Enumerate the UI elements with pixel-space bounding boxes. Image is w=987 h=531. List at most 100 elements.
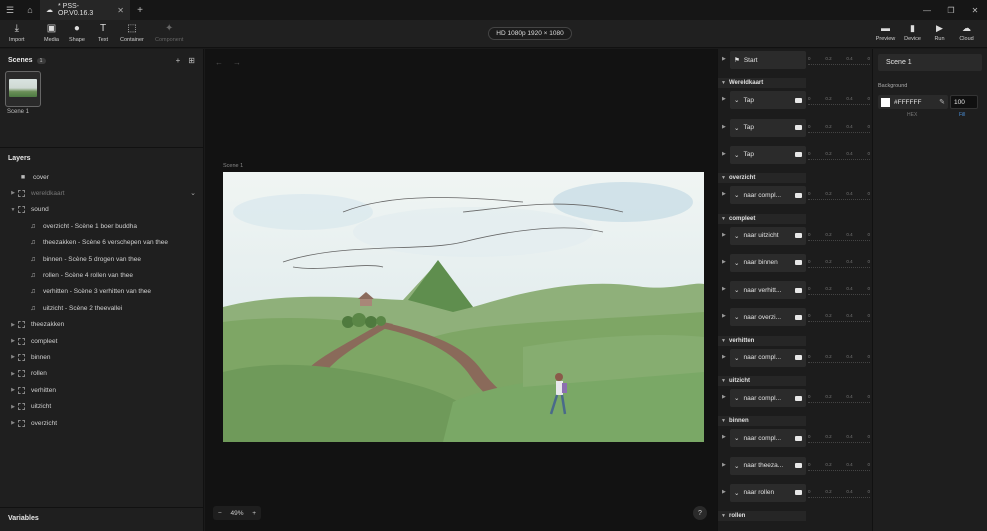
interaction-block[interactable]: ⌄ naar overzi... [730,308,806,327]
interaction-block[interactable]: ⌄ naar rollen [730,483,806,502]
timeline-group[interactable]: ▼ uitzicht [718,376,806,386]
timeline-row[interactable]: ▶ ⌄ naar overzi... 0 0.2 0.4 0 [718,308,872,327]
caret-right-icon[interactable]: ▶ [8,371,18,377]
caret-right-icon[interactable]: ▶ [722,286,726,292]
help-button[interactable]: ? [693,506,707,520]
layer-item[interactable]: ▼ sound [0,202,204,218]
timeline-row[interactable]: ▶ ⌄ naar binnen 0 0.2 0.4 0 [718,253,872,272]
caret-right-icon[interactable]: ▶ [722,394,726,400]
component-button[interactable]: ✦ Component [155,23,183,43]
interaction-block[interactable]: ⌄ naar compl... [730,348,806,367]
scene-name-field[interactable]: Scene 1 [878,54,982,71]
interaction-block[interactable]: ⌄ naar uitzicht [730,226,806,245]
caret-right-icon[interactable]: ▶ [8,404,18,410]
layer-item[interactable]: ▶ compleet [0,333,204,349]
interaction-block[interactable]: ⌄ naar compl... [730,389,806,407]
layer-item[interactable]: ▶ theezakken [0,317,204,333]
timeline-track[interactable] [808,199,870,201]
eyedropper-icon[interactable]: ✎ [939,98,945,106]
color-swatch[interactable] [881,97,890,107]
caret-right-icon[interactable]: ▶ [722,462,726,468]
timeline-row[interactable]: ▶ ⌄ naar theeza... 0 0.2 0.4 0 [718,456,872,475]
layer-item[interactable]: ▶ overzicht [0,415,204,431]
timeline-row[interactable]: ▶ ⚑ Start 0 0.2 0.4 0 [718,51,872,69]
caret-right-icon[interactable]: ▶ [722,96,726,102]
caret-right-icon[interactable]: ▶ [722,151,726,157]
caret-down-icon[interactable]: ▼ [8,207,18,213]
timeline-track[interactable] [808,104,870,106]
interaction-block[interactable]: ⌄ naar binnen [730,253,806,272]
layer-item-audio[interactable]: ♫ overzicht - Scène 1 boer buddha [0,218,204,234]
layer-item-audio[interactable]: ♫ rollen - Scène 4 rollen van thee [0,267,204,283]
caret-right-icon[interactable]: ▶ [8,190,18,196]
timeline-track[interactable] [808,402,870,403]
restore-icon[interactable]: ❐ [939,6,963,15]
timeline-track[interactable] [808,131,870,133]
timeline-row[interactable]: ▶ ⌄ naar rollen 0 0.2 0.4 0 [718,483,872,502]
caret-right-icon[interactable]: ▶ [722,259,726,265]
scene-thumbnail[interactable] [5,71,41,107]
timeline-row[interactable]: ▶ ⌄ naar uitzicht 0 0.2 0.4 0 [718,226,872,245]
run-button[interactable]: ▶ Run [926,23,953,42]
caret-right-icon[interactable]: ▶ [722,354,726,360]
artboard[interactable] [223,172,704,442]
timeline-track[interactable] [808,469,870,471]
timeline-group[interactable]: ▼ compleet [718,213,806,224]
layer-item-audio[interactable]: ♫ uitzicht - Scène 2 theevallei [0,300,204,316]
media-button[interactable]: ▣ Media [44,23,59,43]
caret-down-icon[interactable]: ▼ [718,338,729,344]
interaction-block[interactable]: ⌄ Tap [730,145,806,164]
opacity-field[interactable]: 100 [950,95,978,109]
canvas-area[interactable]: ← → Scene 1 − 49% + ? [205,49,717,531]
timeline-group[interactable]: ▼ rollen [718,511,806,522]
caret-down-icon[interactable]: ▼ [718,175,729,181]
scene-options-icon[interactable]: ⊞ [188,56,195,65]
import-button[interactable]: ⤓ Import [9,23,25,43]
timeline-group[interactable]: ▼ binnen [718,416,806,427]
timeline-track[interactable] [808,321,870,323]
resolution-selector[interactable]: HD 1080p 1920 × 1080 [488,27,572,40]
layer-item[interactable]: ▶ binnen [0,349,204,365]
caret-right-icon[interactable]: ▶ [722,191,726,197]
document-tab[interactable]: ☁ * PSS-OP.V0.16.3 ✕ [40,0,130,20]
layer-item[interactable]: ▶ rollen [0,366,204,382]
caret-right-icon[interactable]: ▶ [8,322,18,328]
timeline-track[interactable] [808,266,870,268]
timeline-row[interactable]: ▶ ⌄ Tap 0 0.2 0.4 0 [718,145,872,164]
interaction-block[interactable]: ⌄ naar compl... [730,429,806,448]
collapse-icon[interactable]: ⌄ [190,189,196,197]
timeline-track[interactable] [808,361,870,363]
interaction-block[interactable]: ⌄ Tap [730,91,806,110]
timeline-track[interactable] [808,496,870,498]
zoom-out-button[interactable]: − [218,510,222,517]
text-button[interactable]: T Text [98,23,108,43]
timeline-track[interactable] [808,239,870,241]
caret-right-icon[interactable]: ▶ [722,434,726,440]
container-button[interactable]: ⬚ Container [120,23,144,43]
forward-arrow-icon[interactable]: → [233,58,241,67]
layer-item-audio[interactable]: ♫ verhitten - Scène 3 verhitten van thee [0,284,204,300]
caret-down-icon[interactable]: ▼ [718,513,729,519]
caret-right-icon[interactable]: ▶ [8,387,18,393]
caret-right-icon[interactable]: ▶ [722,313,726,319]
add-scene-icon[interactable]: + [176,56,181,65]
timeline-group[interactable]: ▼ overzicht [718,173,806,184]
device-button[interactable]: ▮ Device [899,23,926,42]
layer-item[interactable]: ▶ wereldkaart ⌄ [0,185,204,201]
caret-right-icon[interactable]: ▶ [722,232,726,238]
caret-right-icon[interactable]: ▶ [8,338,18,344]
timeline-track[interactable] [808,294,870,296]
timeline-row[interactable]: ▶ ⌄ naar compl... 0 0.2 0.4 0 [718,389,872,407]
preview-button[interactable]: ▬ Preview [872,23,899,42]
variables-title[interactable]: Variables [8,515,39,522]
timeline-group[interactable]: ▼ Wereldkaart [718,78,806,89]
layer-item-audio[interactable]: ♫ binnen - Scène 5 drogen van thee [0,251,204,267]
minimize-icon[interactable]: — [915,6,939,15]
menu-icon[interactable]: ☰ [0,0,20,20]
caret-right-icon[interactable]: ▶ [722,489,726,495]
timeline-row[interactable]: ▶ ⌄ naar compl... 0 0.2 0.4 0 [718,429,872,448]
timeline-group[interactable]: ▼ verhitten [718,335,806,346]
timeline-track[interactable] [808,64,870,65]
background-color-field[interactable]: #FFFFFF ✎ [878,95,948,109]
caret-down-icon[interactable]: ▼ [718,418,729,424]
